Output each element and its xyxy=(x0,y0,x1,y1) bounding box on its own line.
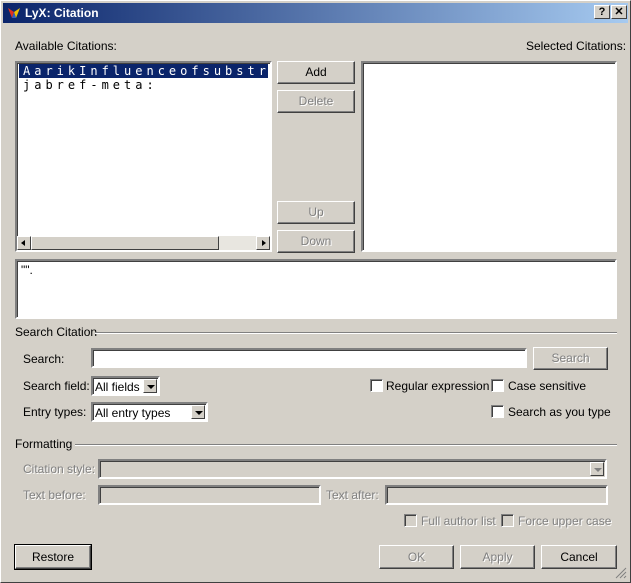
formatting-group-title: Formatting xyxy=(15,437,73,451)
search-field-label: Search field: xyxy=(23,379,90,393)
ok-button-label: OK xyxy=(407,550,426,564)
available-citations-label: Available Citations: xyxy=(15,39,117,53)
citation-info-text: "". xyxy=(21,263,33,277)
entry-types-value: All entry types xyxy=(95,406,171,420)
case-sensitive-checkbox[interactable] xyxy=(491,379,504,392)
ok-button[interactable]: OK xyxy=(379,545,454,569)
scroll-left-button[interactable] xyxy=(17,236,31,250)
available-citation-item[interactable]: jabref-meta: xyxy=(19,78,268,92)
search-input[interactable] xyxy=(91,348,527,368)
citation-dialog: LyX: Citation ? ✕ Available Citations: A… xyxy=(0,0,631,583)
entry-types-label: Entry types: xyxy=(23,405,87,419)
search-group-divider xyxy=(95,332,617,334)
regular-expression-label: Regular expression xyxy=(386,379,490,393)
scroll-thumb[interactable] xyxy=(31,236,219,250)
add-button[interactable]: Add xyxy=(277,61,355,84)
cancel-button[interactable]: Cancel xyxy=(541,545,617,569)
lyx-app-icon xyxy=(8,8,20,18)
arrow-left-icon xyxy=(21,240,25,246)
delete-button-label: Delete xyxy=(298,94,334,108)
restore-button[interactable]: Restore xyxy=(15,545,91,569)
search-field-combo[interactable]: All fields xyxy=(91,376,160,396)
search-button-label: Search xyxy=(551,351,590,365)
restore-button-label: Restore xyxy=(31,550,75,564)
apply-button[interactable]: Apply xyxy=(460,545,535,569)
citation-info-box: "". xyxy=(15,259,617,319)
cancel-button-label: Cancel xyxy=(560,550,598,564)
selected-citations-label: Selected Citations: xyxy=(526,39,627,53)
search-as-you-type-label: Search as you type xyxy=(508,405,611,419)
text-after-label: Text after: xyxy=(326,488,379,502)
chevron-down-icon[interactable] xyxy=(143,379,157,393)
text-before-input[interactable] xyxy=(98,485,321,505)
up-button[interactable]: Up xyxy=(277,201,355,224)
window-title: LyX: Citation xyxy=(25,6,99,20)
available-citation-item[interactable]: AarikInfluenceofsubstra xyxy=(19,64,268,78)
title-bar[interactable]: LyX: Citation ? ✕ xyxy=(3,3,628,23)
full-author-list-checkbox[interactable] xyxy=(404,514,417,527)
search-as-you-type-checkbox[interactable] xyxy=(491,405,504,418)
close-button[interactable]: ✕ xyxy=(611,5,627,19)
search-label: Search: xyxy=(23,352,65,366)
full-author-list-label: Full author list xyxy=(421,514,496,528)
down-button-label: Down xyxy=(300,234,332,248)
up-button-label: Up xyxy=(308,205,324,219)
chevron-down-icon[interactable] xyxy=(191,405,205,419)
add-button-label: Add xyxy=(305,65,327,79)
down-button[interactable]: Down xyxy=(277,230,355,253)
horizontal-scrollbar[interactable] xyxy=(17,236,270,250)
citation-style-label: Citation style: xyxy=(23,462,96,476)
search-field-value: All fields xyxy=(95,380,140,394)
arrow-right-icon xyxy=(262,240,266,246)
force-upper-case-checkbox[interactable] xyxy=(501,514,514,527)
available-citations-list[interactable]: AarikInfluenceofsubstra jabref-meta: xyxy=(15,61,272,252)
formatting-group-divider xyxy=(75,444,617,446)
delete-button[interactable]: Delete xyxy=(277,90,355,113)
scroll-right-button[interactable] xyxy=(256,236,270,250)
search-button[interactable]: Search xyxy=(533,347,608,370)
text-before-label: Text before: xyxy=(23,488,86,502)
apply-button-label: Apply xyxy=(482,550,513,564)
entry-types-combo[interactable]: All entry types xyxy=(91,402,208,422)
force-upper-case-label: Force upper case xyxy=(518,514,612,528)
resize-grip-icon[interactable] xyxy=(615,567,627,579)
case-sensitive-label: Case sensitive xyxy=(508,379,587,393)
help-button[interactable]: ? xyxy=(594,5,610,19)
search-citation-group-title: Search Citation xyxy=(15,325,98,339)
text-after-input[interactable] xyxy=(385,485,608,505)
citation-style-combo[interactable] xyxy=(98,459,607,479)
selected-citations-list[interactable] xyxy=(361,61,617,252)
regular-expression-checkbox[interactable] xyxy=(370,379,383,392)
chevron-down-icon[interactable] xyxy=(590,462,604,476)
